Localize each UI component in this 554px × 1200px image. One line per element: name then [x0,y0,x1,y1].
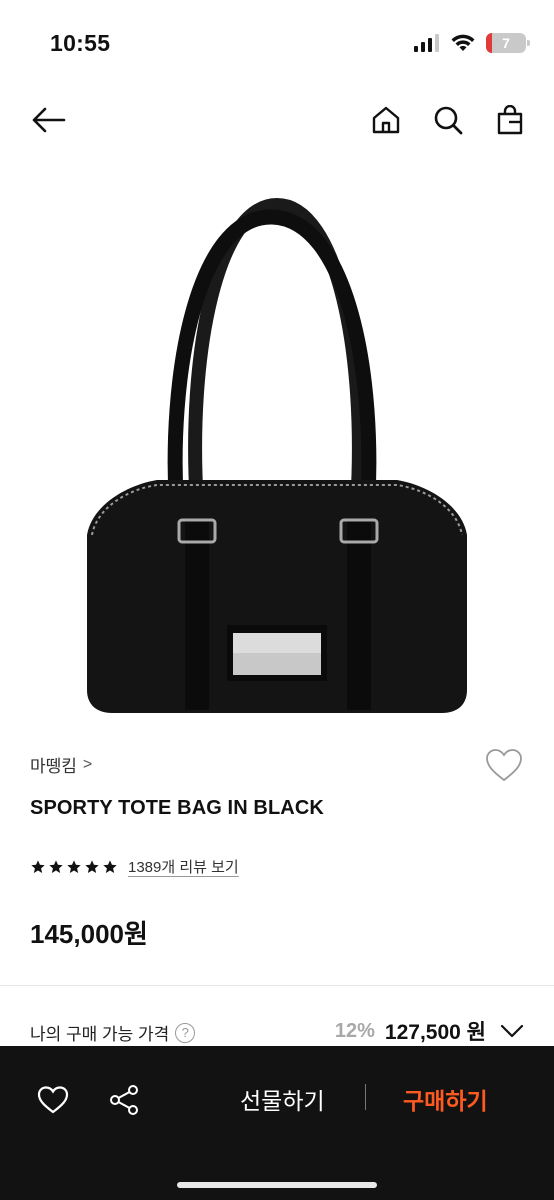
share-icon [110,1085,138,1115]
divider [0,985,554,986]
home-button[interactable] [366,100,406,140]
brand-name: 마뗑킴 [30,757,77,776]
star-icon [31,859,45,873]
help-icon[interactable]: ? [175,1022,196,1043]
home-icon [372,106,400,134]
my-price-label: 나의 구매 가능 가격 ? [30,1020,196,1045]
star-icon [103,859,117,873]
product-title: SPORTY TOTE BAG IN BLACK [30,797,324,819]
rating-stars [30,859,118,875]
my-price-toggle[interactable]: 12% 127,500 원 [335,1016,524,1046]
star-icon [85,859,99,873]
back-button[interactable] [28,100,68,140]
cart-button[interactable] [490,100,530,140]
star-icon [49,859,63,873]
my-price-label-text: 나의 구매 가능 가격 [30,1025,170,1044]
status-bar: 10:55 7 [0,0,554,80]
my-price-row: 나의 구매 가능 가격 ? 12% 127,500 원 [30,1012,524,1048]
chevron-right-icon: > [82,755,93,773]
star-icon [67,859,81,873]
bottom-wishlist-button[interactable] [31,1078,75,1122]
buy-button[interactable]: 구매하기 [403,1082,488,1116]
rating-row: 1389개 리뷰 보기 [30,856,239,877]
arrow-left-icon [32,107,66,133]
wishlist-button[interactable] [484,746,524,786]
status-icons: 7 [414,33,530,53]
battery-icon: 7 [486,33,530,53]
battery-level: 7 [502,35,510,51]
review-link[interactable]: 1389개 리뷰 보기 [128,856,239,877]
heart-icon [486,749,522,782]
heart-icon [37,1086,69,1114]
product-price: 145,000원 [30,919,148,949]
gift-button[interactable]: 선물하기 [240,1082,325,1116]
home-indicator [177,1182,377,1188]
discount-rate: 12% [334,1019,375,1042]
top-nav [0,90,554,150]
bottom-action-bar: 선물하기 구매하기 [0,1046,554,1200]
cellular-signal-icon [414,34,439,52]
product-image[interactable] [0,160,554,730]
wifi-icon [451,34,475,51]
bottom-divider [365,1084,366,1110]
final-price: 127,500 원 [384,1021,486,1044]
shopping-bag-icon [497,105,523,135]
status-time: 10:55 [50,30,111,56]
share-button[interactable] [102,1078,146,1122]
search-icon [434,106,463,135]
brand-link[interactable]: 마뗑킴 > [30,752,92,777]
tote-bag-image [87,197,467,713]
chevron-down-icon [500,1024,524,1038]
search-button[interactable] [428,100,468,140]
